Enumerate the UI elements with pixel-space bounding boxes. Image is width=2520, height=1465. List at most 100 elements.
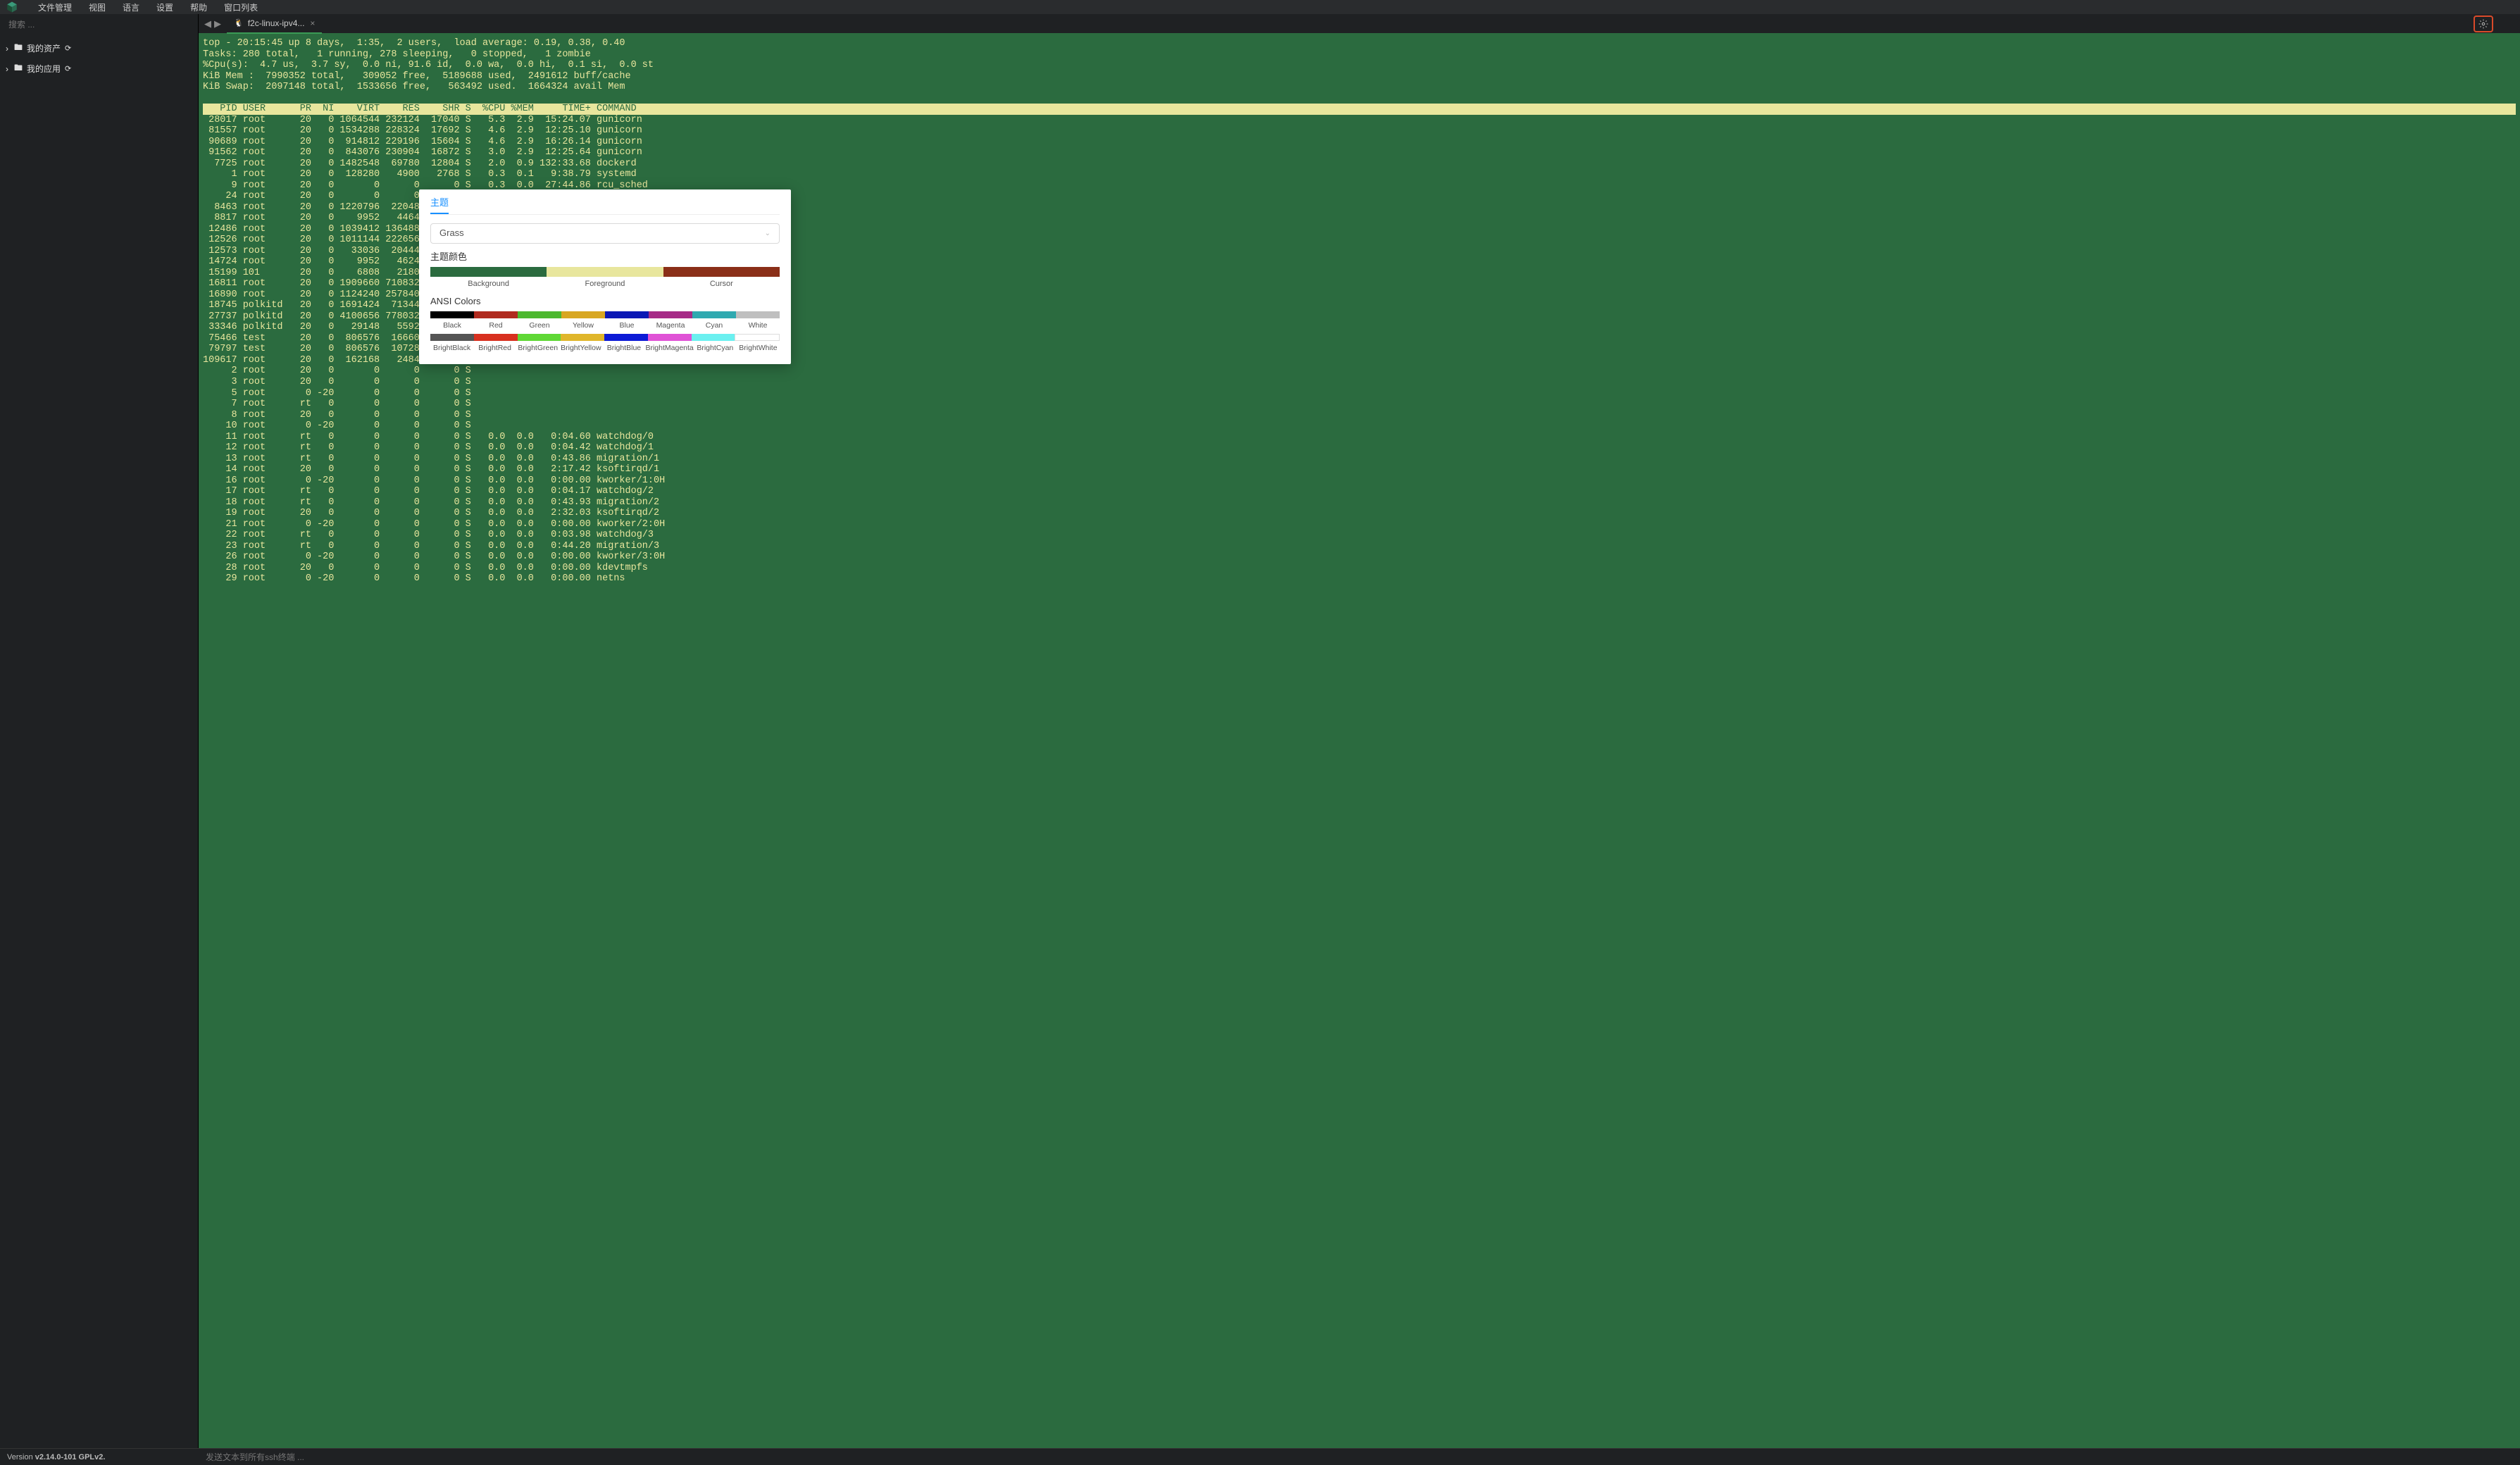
color-swatch[interactable] xyxy=(547,267,663,277)
color-swatch[interactable] xyxy=(561,334,604,341)
broadcast-input[interactable] xyxy=(206,1452,2513,1462)
popup-tab-theme[interactable]: 主题 xyxy=(430,198,449,214)
terminal-process-row: 28017 root 20 0 1064544 232124 17040 S 5… xyxy=(203,115,2516,126)
menu-item[interactable]: 帮助 xyxy=(182,1,216,13)
terminal-process-row: 17 root rt 0 0 0 0 S 0.0 0.0 0:04.17 wat… xyxy=(203,486,2516,497)
color-swatch[interactable] xyxy=(692,334,735,341)
theme-colors-label: 主题颜色 xyxy=(430,252,780,263)
swatch-label: Yellow xyxy=(561,321,605,330)
swatch-label: Cursor xyxy=(663,280,780,289)
terminal-process-row: 3 root 20 0 0 0 0 S xyxy=(203,377,2516,388)
tab-title: f2c-linux-ipv4... xyxy=(248,18,305,28)
ansi-colors-label: ANSI Colors xyxy=(430,297,780,307)
terminal-process-row: 22 root rt 0 0 0 0 S 0.0 0.0 0:03.98 wat… xyxy=(203,530,2516,541)
terminal[interactable]: top - 20:15:45 up 8 days, 1:35, 2 users,… xyxy=(199,34,2520,1448)
version-label: Version v2.14.0-101 GPLv2. xyxy=(0,1453,199,1461)
terminal-line: %Cpu(s): 4.7 us, 3.7 sy, 0.0 ni, 91.6 id… xyxy=(203,60,2516,71)
terminal-process-row: 8 root 20 0 0 0 0 S xyxy=(203,410,2516,421)
chevron-right-icon: › xyxy=(6,44,14,54)
color-swatch[interactable] xyxy=(474,334,518,341)
swatch-label: White xyxy=(736,321,780,330)
terminal-process-row: 12 root rt 0 0 0 0 S 0.0 0.0 0:04.42 wat… xyxy=(203,442,2516,454)
terminal-process-row: 81557 root 20 0 1534288 228324 17692 S 4… xyxy=(203,125,2516,137)
color-swatch[interactable] xyxy=(648,334,692,341)
tab-nav: ◀ ▶ xyxy=(199,18,227,30)
color-swatch[interactable] xyxy=(735,334,780,341)
swatch-label: Magenta xyxy=(649,321,692,330)
terminal-process-row: 26 root 0 -20 0 0 0 S 0.0 0.0 0:00.00 kw… xyxy=(203,551,2516,563)
theme-popup: 主题 Grass ⌄ 主题颜色 BackgroundForegroundCurs… xyxy=(419,189,791,364)
bottom-bar: Version v2.14.0-101 GPLv2. xyxy=(0,1448,2520,1465)
color-swatch[interactable] xyxy=(474,311,518,318)
tab-active[interactable]: 🐧 f2c-linux-ipv4... × xyxy=(227,14,322,34)
tree-item-label: 我的应用 xyxy=(27,63,61,75)
ansi-normal-labels: BlackRedGreenYellowBlueMagentaCyanWhite xyxy=(430,321,780,330)
terminal-line: KiB Swap: 2097148 total, 1533656 free, 5… xyxy=(203,82,2516,93)
folder-icon: 🖿 xyxy=(14,41,23,56)
theme-swatch-row xyxy=(430,267,780,277)
terminal-process-row: 23 root rt 0 0 0 0 S 0.0 0.0 0:44.20 mig… xyxy=(203,541,2516,552)
terminal-process-row: 14 root 20 0 0 0 0 S 0.0 0.0 2:17.42 kso… xyxy=(203,464,2516,475)
main-area: ◀ ▶ 🐧 f2c-linux-ipv4... × xyxy=(199,14,2520,1448)
swatch-label: BrightGreen xyxy=(516,344,559,352)
terminal-process-row: 90689 root 20 0 914812 229196 15604 S 4.… xyxy=(203,137,2516,148)
color-swatch[interactable] xyxy=(663,267,780,277)
terminal-line: Tasks: 280 total, 1 running, 278 sleepin… xyxy=(203,49,2516,61)
terminal-process-row: 1 root 20 0 128280 4900 2768 S 0.3 0.1 9… xyxy=(203,169,2516,180)
color-swatch[interactable] xyxy=(692,311,736,318)
tree-item[interactable]: ›🖿我的应用⟳ xyxy=(0,58,198,79)
color-swatch[interactable] xyxy=(605,311,649,318)
swatch-label: Cyan xyxy=(692,321,736,330)
terminal-process-row: 10 root 0 -20 0 0 0 S xyxy=(203,420,2516,432)
app-body: ›🖿我的资产⟳›🖿 我的应用 ⟳ ◀ ▶ 🐧 f2c-linux-ipv4... × xyxy=(0,14,2520,1448)
tab-close-icon[interactable]: × xyxy=(310,18,315,28)
color-swatch[interactable] xyxy=(430,334,474,341)
menu-item[interactable]: 文件管理 xyxy=(30,1,80,13)
terminal-process-row: 29 root 0 -20 0 0 0 S 0.0 0.0 0:00.00 ne… xyxy=(203,573,2516,585)
color-swatch[interactable] xyxy=(736,311,780,318)
tab-next-icon[interactable]: ▶ xyxy=(213,18,223,30)
swatch-label: BrightCyan xyxy=(694,344,737,352)
menu-item[interactable]: 视图 xyxy=(80,1,114,13)
terminal-process-row: 7725 root 20 0 1482548 69780 12804 S 2.0… xyxy=(203,158,2516,170)
folder-icon: 🖿 xyxy=(14,61,23,76)
terminal-process-row: 13 root rt 0 0 0 0 S 0.0 0.0 0:43.86 mig… xyxy=(203,454,2516,465)
swatch-label: BrightRed xyxy=(473,344,516,352)
terminal-process-row: 5 root 0 -20 0 0 0 S xyxy=(203,388,2516,399)
app-logo xyxy=(6,1,18,13)
app-root: 文件管理视图语言设置帮助窗口列表 ›🖿我的资产⟳›🖿 我的应用 ⟳ ◀ ▶ 🐧 f2… xyxy=(0,0,2520,1465)
theme-select[interactable]: Grass ⌄ xyxy=(430,223,780,244)
terminal-process-row: 11 root rt 0 0 0 0 S 0.0 0.0 0:04.60 wat… xyxy=(203,432,2516,443)
ansi-normal-row xyxy=(430,311,780,318)
swatch-label: Background xyxy=(430,280,547,289)
color-swatch[interactable] xyxy=(561,311,605,318)
terminal-settings-button[interactable] xyxy=(2474,15,2493,32)
color-swatch[interactable] xyxy=(430,311,474,318)
color-swatch[interactable] xyxy=(604,334,648,341)
sidebar: ›🖿我的资产⟳›🖿 我的应用 ⟳ xyxy=(0,14,199,1448)
tree-item[interactable]: ›🖿我的资产⟳ xyxy=(0,38,198,58)
refresh-icon[interactable]: ⟳ xyxy=(65,44,71,53)
swatch-label: BrightBlue xyxy=(602,344,645,352)
menu-item[interactable]: 设置 xyxy=(148,1,182,13)
terminal-line: top - 20:15:45 up 8 days, 1:35, 2 users,… xyxy=(203,38,2516,49)
tabbar: ◀ ▶ 🐧 f2c-linux-ipv4... × xyxy=(199,14,2520,34)
menu-item[interactable]: 语言 xyxy=(114,1,148,13)
swatch-label: BrightWhite xyxy=(737,344,780,352)
gear-icon xyxy=(2478,19,2488,29)
broadcast-input-wrap xyxy=(199,1452,2520,1462)
terminal-process-row: 21 root 0 -20 0 0 0 S 0.0 0.0 0:00.00 kw… xyxy=(203,519,2516,530)
color-swatch[interactable] xyxy=(649,311,692,318)
search-input[interactable] xyxy=(6,17,192,32)
color-swatch[interactable] xyxy=(518,311,561,318)
menu-item[interactable]: 窗口列表 xyxy=(216,1,266,13)
terminal-line: KiB Mem : 7990352 total, 309052 free, 51… xyxy=(203,71,2516,82)
tab-prev-icon[interactable]: ◀ xyxy=(203,18,213,30)
refresh-icon[interactable]: ⟳ xyxy=(65,64,71,73)
color-swatch[interactable] xyxy=(430,267,547,277)
chevron-down-icon: ⌄ xyxy=(765,230,771,238)
color-swatch[interactable] xyxy=(518,334,561,341)
swatch-label: Foreground xyxy=(547,280,663,289)
swatch-label: BrightMagenta xyxy=(645,344,693,352)
swatch-label: BrightBlack xyxy=(430,344,473,352)
